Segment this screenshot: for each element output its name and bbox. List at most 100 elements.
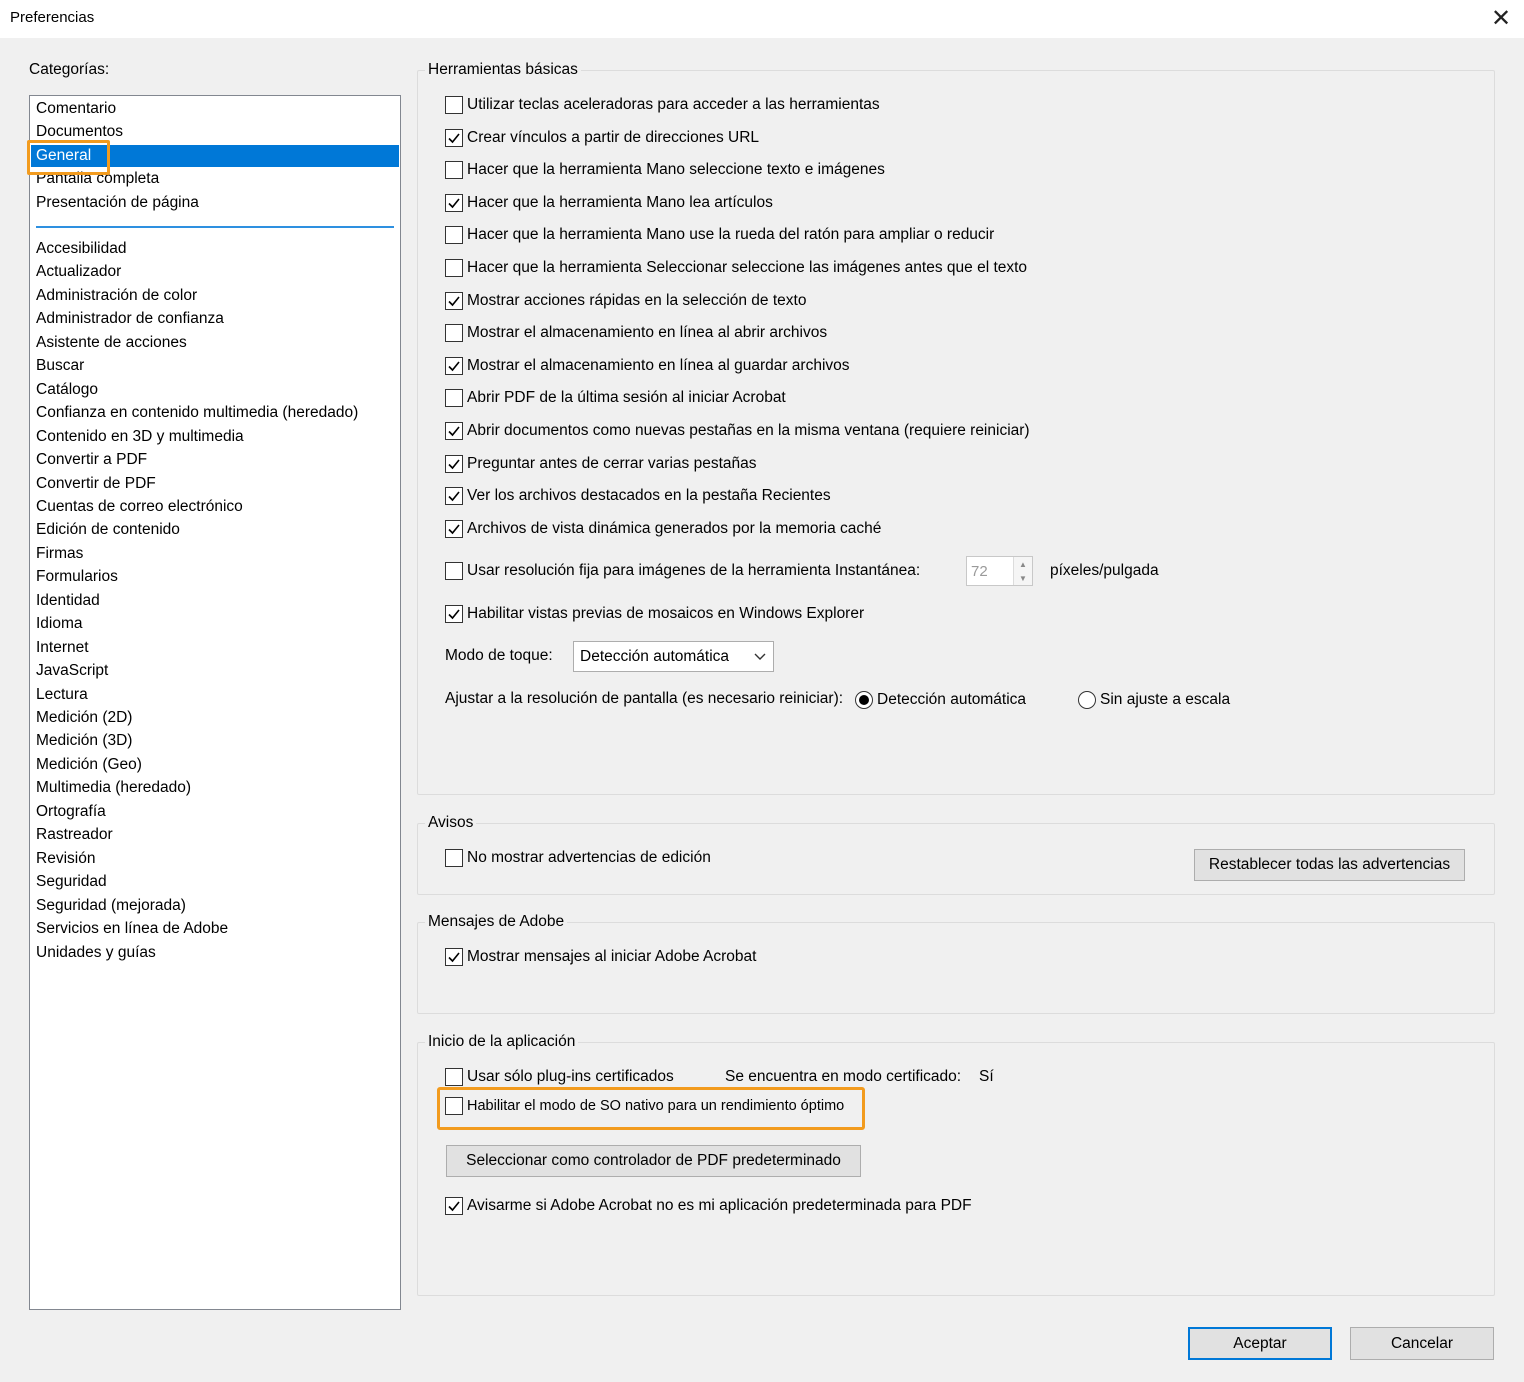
option-checkbox[interactable] <box>445 422 463 440</box>
no-edit-warnings-row[interactable]: No mostrar advertencias de edición <box>445 847 711 869</box>
basic-tools-option[interactable]: Ver los archivos destacados en la pestañ… <box>445 485 831 507</box>
basic-tools-option[interactable]: Utilizar teclas aceleradoras para accede… <box>445 94 880 116</box>
category-item[interactable]: Contenido en 3D y multimedia <box>31 426 399 448</box>
default-pdf-handler-button[interactable]: Seleccionar como controlador de PDF pred… <box>446 1145 861 1177</box>
basic-tools-option[interactable]: Preguntar antes de cerrar varias pestaña… <box>445 453 757 475</box>
category-item-presentacion-de-pagina[interactable]: Presentación de página <box>31 192 399 214</box>
category-item[interactable]: Servicios en línea de Adobe <box>31 918 399 940</box>
option-checkbox[interactable] <box>445 226 463 245</box>
category-item[interactable]: Confianza en contenido multimedia (hered… <box>31 402 399 424</box>
radio-selected-dot <box>859 695 869 705</box>
option-checkbox[interactable] <box>445 356 463 375</box>
basic-tools-option[interactable]: Abrir PDF de la última sesión al iniciar… <box>445 387 786 409</box>
adobe-messages-title: Mensajes de Adobe <box>425 913 568 931</box>
thumbnails-checkbox[interactable] <box>445 605 463 623</box>
scaling-auto-radio[interactable] <box>855 691 873 709</box>
close-icon[interactable]: ✕ <box>1484 3 1518 33</box>
category-item[interactable]: Convertir a PDF <box>31 449 399 471</box>
option-checkbox[interactable] <box>445 96 463 114</box>
native-os-mode-row[interactable]: Habilitar el modo de SO nativo para un r… <box>445 1095 844 1117</box>
option-checkbox[interactable] <box>445 389 463 408</box>
option-checkbox[interactable] <box>445 161 463 180</box>
category-item[interactable]: Administración de color <box>31 285 399 307</box>
category-item[interactable]: Medición (3D) <box>31 730 399 752</box>
certified-plugins-row[interactable]: Usar sólo plug-ins certificados <box>445 1066 674 1088</box>
option-checkbox[interactable] <box>445 454 463 473</box>
category-item[interactable]: Unidades y guías <box>31 942 399 964</box>
option-checkbox[interactable] <box>445 128 463 147</box>
spinner-down-icon[interactable]: ▼ <box>1014 571 1032 585</box>
reset-warnings-button[interactable]: Restablecer todas las advertencias <box>1194 849 1465 881</box>
thumbnails-label: Habilitar vistas previas de mosaicos en … <box>467 605 865 622</box>
categories-list[interactable]: Comentario Documentos General Pantalla c… <box>29 95 401 1310</box>
category-item-comentario[interactable]: Comentario <box>31 98 399 120</box>
category-item[interactable]: Actualizador <box>31 261 399 283</box>
spinner-up-icon[interactable]: ▲ <box>1014 557 1032 571</box>
ok-button[interactable]: Aceptar <box>1188 1327 1332 1360</box>
resolution-spinner[interactable]: ▲ ▼ <box>966 556 1033 586</box>
category-item[interactable]: Edición de contenido <box>31 519 399 541</box>
basic-tools-option[interactable]: Archivos de vista dinámica generados por… <box>445 518 881 540</box>
category-item[interactable]: Internet <box>31 637 399 659</box>
basic-tools-option[interactable]: Hacer que la herramienta Mano seleccione… <box>445 159 885 181</box>
category-item[interactable]: Firmas <box>31 543 399 565</box>
basic-tools-option[interactable]: Mostrar acciones rápidas en la selección… <box>445 290 806 312</box>
certified-mode-value: Sí <box>979 1068 994 1085</box>
category-item[interactable]: Rastreador <box>31 824 399 846</box>
touch-mode-select[interactable]: Detección automática <box>573 641 774 672</box>
cancel-button[interactable]: Cancelar <box>1350 1327 1494 1360</box>
basic-tools-option[interactable]: Hacer que la herramienta Mano lea artícu… <box>445 192 773 214</box>
option-checkbox[interactable] <box>445 193 463 212</box>
fixed-resolution-checkbox[interactable] <box>445 562 463 580</box>
native-os-mode-checkbox[interactable] <box>445 1097 463 1115</box>
scaling-auto-option[interactable]: Detección automática <box>855 689 1026 711</box>
category-item[interactable]: Revisión <box>31 848 399 870</box>
category-item[interactable]: Seguridad <box>31 871 399 893</box>
category-item[interactable]: Idioma <box>31 613 399 635</box>
no-edit-warnings-checkbox[interactable] <box>445 849 463 867</box>
category-item[interactable]: Asistente de acciones <box>31 332 399 354</box>
thumbnails-row[interactable]: Habilitar vistas previas de mosaicos en … <box>445 603 864 625</box>
category-item[interactable]: Identidad <box>31 590 399 612</box>
native-os-mode-label: Habilitar el modo de SO nativo para un r… <box>467 1098 845 1114</box>
checkmark-icon <box>448 361 460 371</box>
category-item[interactable]: Cuentas de correo electrónico <box>31 496 399 518</box>
option-checkbox[interactable] <box>445 487 463 506</box>
notify-default-row[interactable]: Avisarme si Adobe Acrobat no es mi aplic… <box>445 1195 972 1217</box>
category-item[interactable]: Administrador de confianza <box>31 308 399 330</box>
notify-default-checkbox[interactable] <box>445 1197 463 1215</box>
option-checkbox[interactable] <box>445 324 463 343</box>
category-item[interactable]: Medición (Geo) <box>31 754 399 776</box>
scaling-none-radio[interactable] <box>1078 691 1096 709</box>
basic-tools-option[interactable]: Hacer que la herramienta Mano use la rue… <box>445 224 994 246</box>
category-item-general[interactable]: General <box>31 145 399 167</box>
category-item-pantalla-completa[interactable]: Pantalla completa <box>31 168 399 190</box>
category-item[interactable]: Seguridad (mejorada) <box>31 895 399 917</box>
category-item[interactable]: Ortografía <box>31 801 399 823</box>
category-item[interactable]: Multimedia (heredado) <box>31 777 399 799</box>
checkmark-icon <box>448 426 460 437</box>
certified-plugins-checkbox[interactable] <box>445 1068 463 1086</box>
category-item[interactable]: Medición (2D) <box>31 707 399 729</box>
category-item[interactable]: Accesibilidad <box>31 238 399 260</box>
category-item[interactable]: Catálogo <box>31 379 399 401</box>
basic-tools-option[interactable]: Hacer que la herramienta Seleccionar sel… <box>445 257 1027 279</box>
fixed-resolution-row[interactable]: Usar resolución fija para imágenes de la… <box>445 560 920 582</box>
basic-tools-option[interactable]: Crear vínculos a partir de direcciones U… <box>445 127 759 149</box>
category-item[interactable]: Lectura <box>31 684 399 706</box>
scaling-none-option[interactable]: Sin ajuste a escala <box>1078 689 1230 711</box>
category-item[interactable]: JavaScript <box>31 660 399 682</box>
option-checkbox[interactable] <box>445 291 463 310</box>
category-item-documentos[interactable]: Documentos <box>31 121 399 143</box>
option-checkbox[interactable] <box>445 259 463 277</box>
basic-tools-option[interactable]: Abrir documentos como nuevas pestañas en… <box>445 420 1030 442</box>
show-messages-row[interactable]: Mostrar mensajes al iniciar Adobe Acroba… <box>445 946 756 968</box>
option-checkbox[interactable] <box>445 519 463 538</box>
basic-tools-option[interactable]: Mostrar el almacenamiento en línea al gu… <box>445 355 850 377</box>
category-item[interactable]: Formularios <box>31 566 399 588</box>
show-messages-checkbox[interactable] <box>445 948 463 966</box>
basic-tools-option[interactable]: Mostrar el almacenamiento en línea al ab… <box>445 322 827 344</box>
category-item[interactable]: Buscar <box>31 355 399 377</box>
resolution-input[interactable] <box>967 557 1013 585</box>
category-item[interactable]: Convertir de PDF <box>31 473 399 495</box>
